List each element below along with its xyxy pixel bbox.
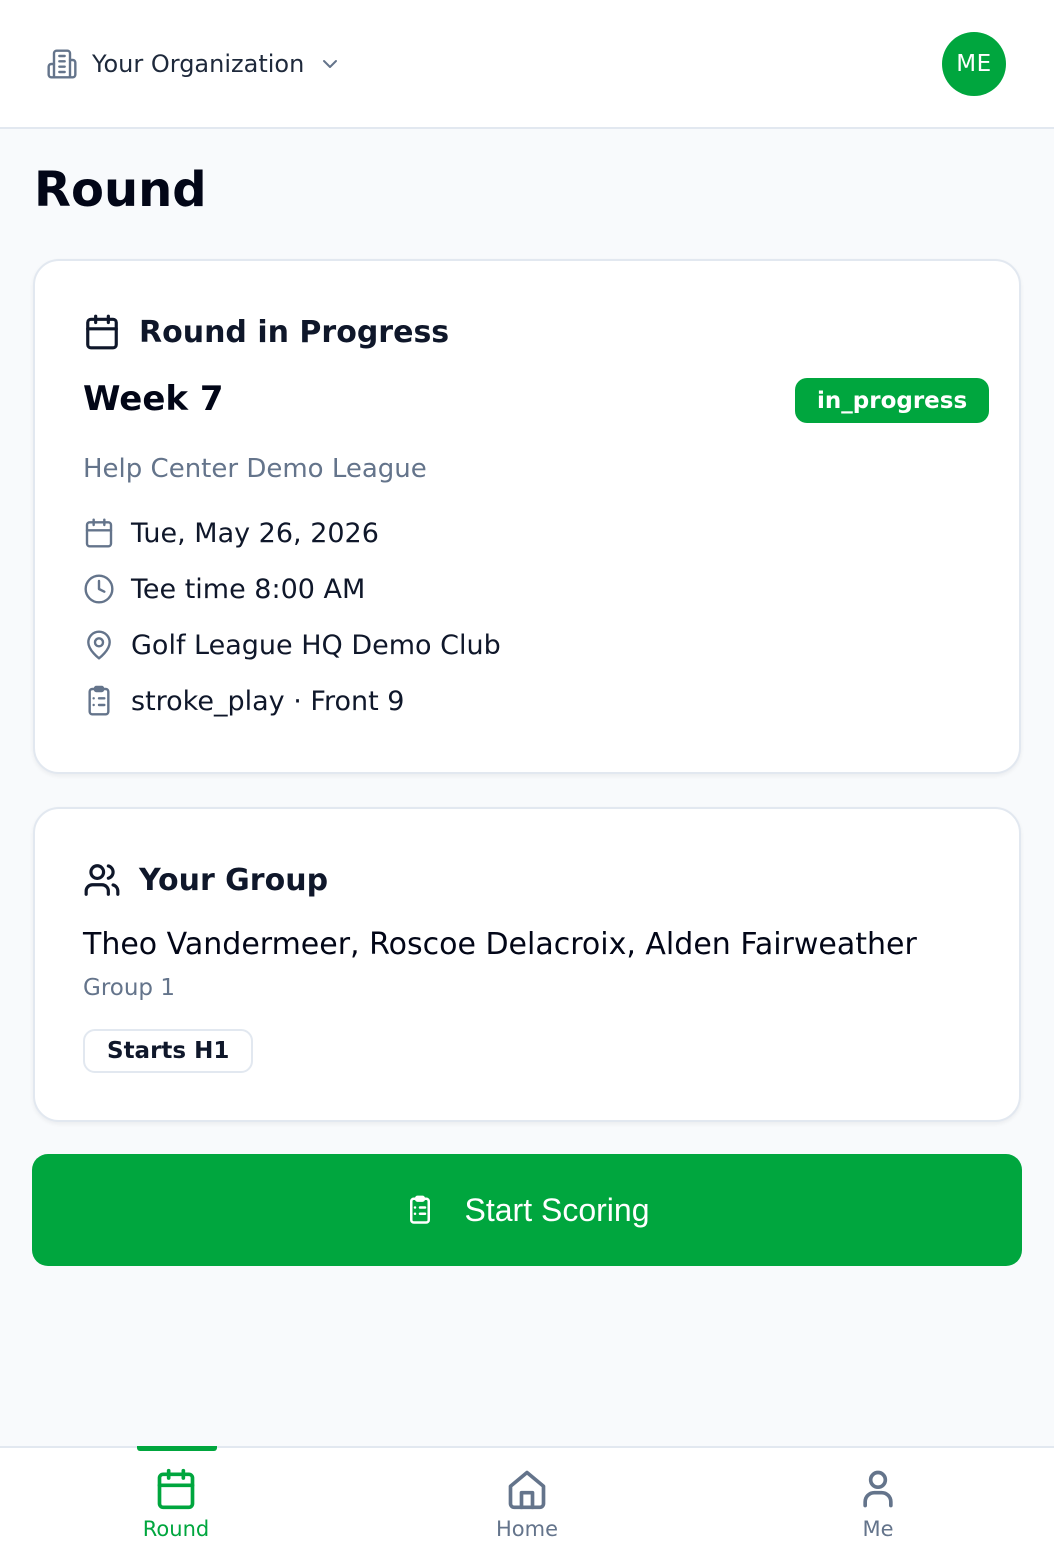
format-row: stroke_play · Front 9 [83,685,404,717]
organization-name: Your Organization [92,50,305,78]
round-date: Tue, May 26, 2026 [131,517,379,549]
status-badge: in_progress [795,378,990,423]
nav-tab-round[interactable]: Round [76,1448,276,1560]
calendar-icon [83,313,121,351]
league-name: Help Center Demo League [83,454,427,484]
round-in-progress-card: Round in Progress Week 7 in_progress Hel… [33,259,1021,774]
nav-tab-me[interactable]: Me [778,1448,978,1560]
building-icon [46,48,78,80]
tee-time-row: Tee time 8:00 AM [83,573,365,605]
home-icon [505,1467,549,1511]
round-date-row: Tue, May 26, 2026 [83,517,379,549]
group-name: Group 1 [83,975,175,1001]
calendar-icon [83,517,115,549]
nav-tab-home[interactable]: Home [427,1448,627,1560]
round-format: stroke_play · Front 9 [131,685,405,717]
users-icon [83,861,121,899]
clipboard-list-icon [405,1195,435,1225]
clipboard-list-icon [83,685,115,717]
calendar-icon [154,1467,198,1511]
organization-switcher[interactable]: Your Organization [46,44,342,84]
start-scoring-label: Start Scoring [464,1191,650,1228]
tee-time: Tee time 8:00 AM [131,573,366,605]
round-card-header: Round in Progress [83,313,449,351]
nav-tab-me-label: Me [862,1517,894,1541]
starting-hole-chip: Starts H1 [83,1029,254,1073]
group-members: Theo Vandermeer, Roscoe Delacroix, Alden… [83,927,917,962]
course-location: Golf League HQ Demo Club [131,629,501,661]
your-group-card: Your Group Theo Vandermeer, Roscoe Delac… [33,807,1021,1122]
nav-tab-round-label: Round [142,1517,210,1541]
round-week: Week 7 [83,379,224,419]
user-icon [856,1467,900,1511]
start-scoring-button[interactable]: Start Scoring [32,1154,1022,1266]
map-pin-icon [83,629,115,661]
nav-tab-home-label: Home [495,1517,558,1541]
bottom-navigation: Round Home Me [0,1446,1054,1560]
user-avatar[interactable]: ME [942,32,1006,96]
round-card-title: Round in Progress [139,314,450,350]
page-title: Round [34,162,207,218]
clock-icon [83,573,115,605]
location-row: Golf League HQ Demo Club [83,629,501,661]
group-card-header: Your Group [83,861,328,899]
chevron-down-icon [318,52,342,76]
top-bar: Your Organization ME [0,0,1054,129]
group-card-title: Your Group [139,862,329,898]
